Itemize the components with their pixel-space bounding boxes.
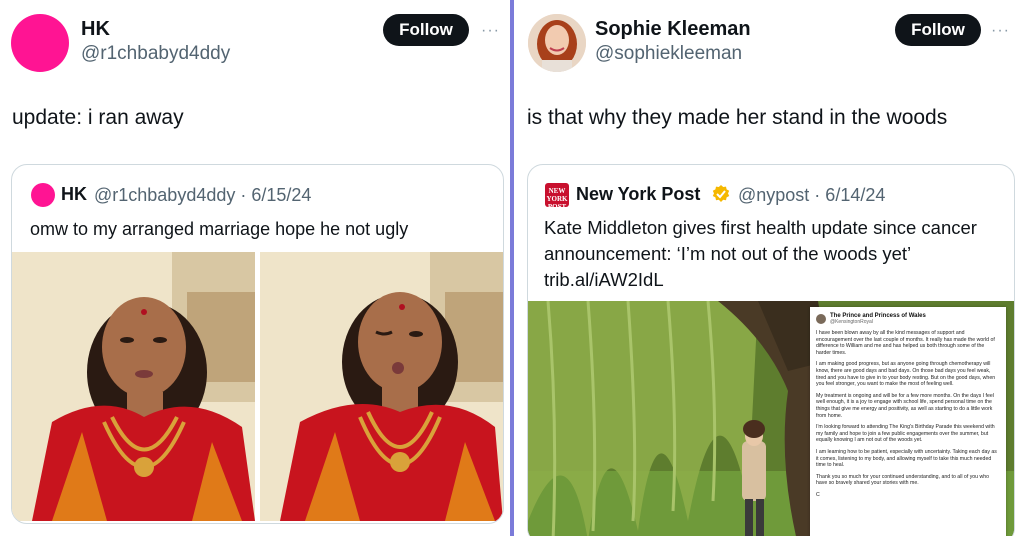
verified-badge-icon bbox=[712, 185, 730, 202]
author-name[interactable]: HK bbox=[81, 18, 110, 41]
statement-avatar bbox=[816, 314, 826, 324]
quoted-meta: @r1chbabyd4ddy · 6/15/24 bbox=[94, 185, 312, 205]
statement-paragraph: I'm looking forward to attending The Kin… bbox=[816, 424, 995, 444]
author-handle[interactable]: @sophiekleeman bbox=[595, 43, 742, 65]
statement-paragraph: Thank you so much for your continued und… bbox=[816, 473, 990, 487]
quoted-post[interactable]: HK @r1chbabyd4ddy · 6/15/24 omw to my ar… bbox=[11, 164, 504, 524]
quoted-meta: @nypost · 6/14/24 bbox=[738, 185, 886, 205]
statement-paragraph: I have been blown away by all the kind m… bbox=[816, 330, 995, 356]
quoted-image[interactable]: The Prince and Princess of Wales @Kensin… bbox=[528, 301, 1014, 536]
quoted-photo-2[interactable] bbox=[260, 252, 503, 521]
author-avatar[interactable] bbox=[11, 14, 69, 72]
more-options-icon[interactable]: ··· bbox=[991, 22, 1010, 40]
statement-paragraph: I am making good progress, but as anyone… bbox=[816, 361, 996, 388]
quoted-author-avatar bbox=[31, 183, 55, 207]
statement-handle: @KensingtonRoyal bbox=[830, 319, 873, 325]
statement-signoff: C bbox=[816, 491, 820, 498]
follow-button[interactable]: Follow bbox=[383, 14, 469, 46]
quoted-text: Kate Middleton gives first health update… bbox=[544, 217, 977, 290]
quoted-text: omw to my arranged marriage hope he not … bbox=[30, 219, 409, 239]
post-text: is that why they made her stand in the w… bbox=[527, 106, 948, 129]
quoted-photo-1[interactable] bbox=[12, 252, 255, 521]
more-options-icon[interactable]: ··· bbox=[481, 22, 500, 40]
left-post: HK @r1chbabyd4ddy Follow ··· update: i r… bbox=[0, 0, 510, 536]
quoted-post[interactable]: NEW YORK POST New York Post @nypost · 6/… bbox=[527, 164, 1015, 536]
quoted-author-name: New York Post bbox=[576, 184, 701, 204]
author-avatar[interactable] bbox=[528, 14, 586, 72]
nypost-logo-icon: NEW YORK POST bbox=[545, 183, 569, 211]
statement-paragraph: I am learning how to be patient, especia… bbox=[816, 448, 997, 469]
right-post: Sophie Kleeman @sophiekleeman Follow ···… bbox=[514, 0, 1024, 536]
follow-button[interactable]: Follow bbox=[895, 14, 981, 46]
statement-screenshot: The Prince and Princess of Wales @Kensin… bbox=[810, 307, 1006, 536]
post-text: update: i ran away bbox=[12, 106, 184, 129]
author-handle[interactable]: @r1chbabyd4ddy bbox=[81, 43, 230, 65]
author-name[interactable]: Sophie Kleeman bbox=[595, 18, 751, 41]
quoted-author-name: HK bbox=[61, 184, 87, 204]
statement-paragraph: My treatment is ongoing and will be for … bbox=[816, 392, 994, 419]
